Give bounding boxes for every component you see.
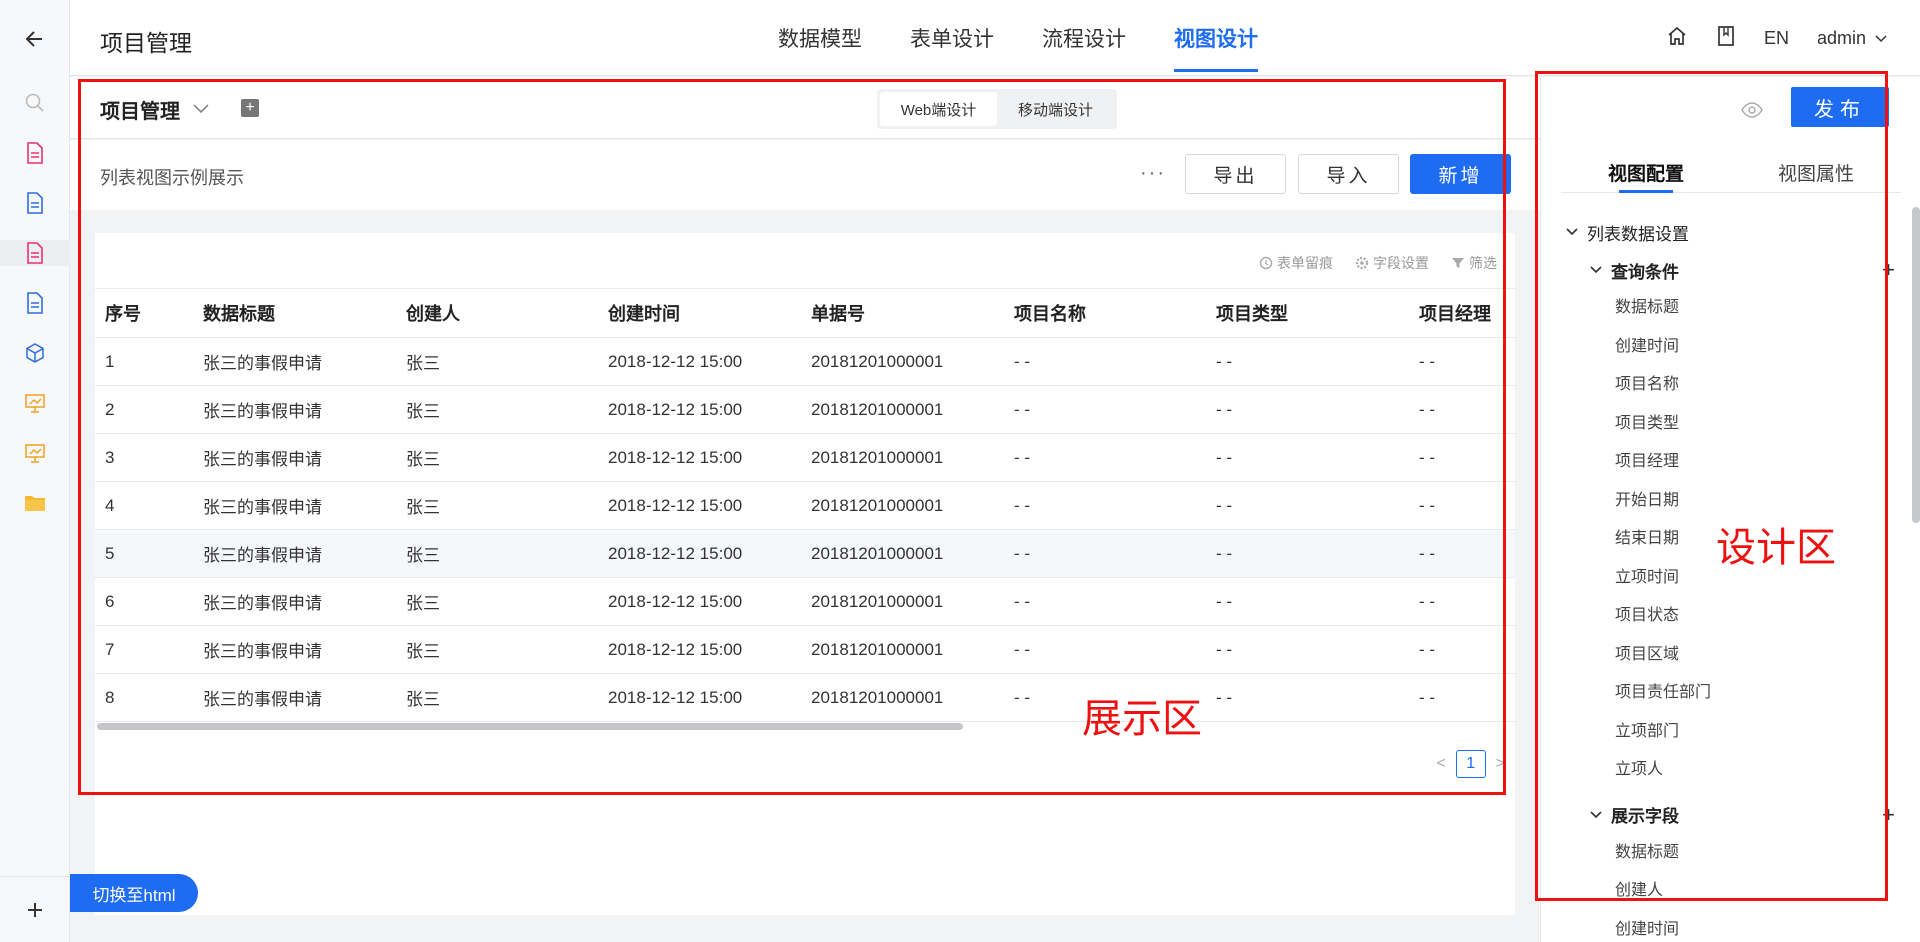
rail-divider xyxy=(0,876,70,877)
tab-data-model[interactable]: 数据模型 xyxy=(754,0,886,76)
plus-icon[interactable] xyxy=(22,897,48,923)
presentation-icon[interactable] xyxy=(22,390,48,416)
display-area-label: 展示区 xyxy=(1082,697,1202,741)
user-name: admin xyxy=(1816,27,1866,48)
design-area-outline xyxy=(1535,71,1888,901)
doc-icon[interactable] xyxy=(22,140,48,166)
back-arrow-icon[interactable] xyxy=(22,26,48,52)
chevron-down-icon xyxy=(1874,28,1888,49)
field-item[interactable]: 创建时间 xyxy=(1565,911,1895,942)
top-bar: 项目管理 数据模型 表单设计 流程设计 视图设计 EN admin xyxy=(70,0,1920,76)
tab-form-design[interactable]: 表单设计 xyxy=(886,0,1018,76)
doc-icon[interactable] xyxy=(22,190,48,216)
cube-icon[interactable] xyxy=(22,340,48,366)
left-rail xyxy=(0,0,70,942)
app-title: 项目管理 xyxy=(100,30,192,56)
language-switch[interactable]: EN xyxy=(1764,28,1789,49)
header-actions: EN admin xyxy=(1666,0,1888,76)
display-area-outline xyxy=(78,79,1506,795)
folder-icon[interactable] xyxy=(22,490,48,516)
presentation-icon[interactable] xyxy=(22,440,48,466)
search-icon[interactable] xyxy=(22,90,48,116)
doc-icon[interactable] xyxy=(0,240,70,266)
book-icon[interactable] xyxy=(1716,25,1736,52)
design-area-label: 设计区 xyxy=(1716,526,1836,570)
user-menu[interactable]: admin xyxy=(1817,28,1888,49)
home-icon[interactable] xyxy=(1666,25,1688,52)
panel-scrollbar[interactable] xyxy=(1912,207,1920,523)
tab-view-design[interactable]: 视图设计 xyxy=(1150,0,1282,76)
main-nav: 数据模型 表单设计 流程设计 视图设计 xyxy=(754,0,1282,76)
switch-html-button[interactable]: 切换至html xyxy=(70,874,198,912)
doc-icon[interactable] xyxy=(22,290,48,316)
tab-flow-design[interactable]: 流程设计 xyxy=(1018,0,1150,76)
